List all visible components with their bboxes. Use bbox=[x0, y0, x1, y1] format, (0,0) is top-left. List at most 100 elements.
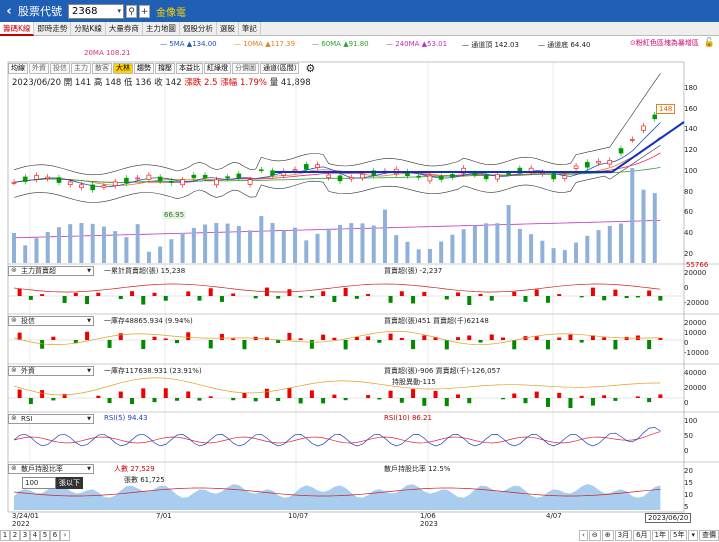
holding-threshold-value[interactable]: 100 bbox=[22, 477, 56, 489]
chevron-down-icon[interactable]: ▼ bbox=[87, 367, 91, 375]
flow-bar bbox=[602, 296, 607, 301]
volume-bar bbox=[191, 227, 196, 263]
panel-axis-label: -20000 bbox=[684, 299, 709, 307]
volume-bar bbox=[101, 226, 106, 263]
flow-bar bbox=[85, 296, 90, 305]
flow-bar bbox=[545, 296, 550, 303]
candle-body bbox=[585, 161, 590, 168]
range-3m-button[interactable]: 3月 bbox=[614, 530, 633, 541]
candle-body bbox=[124, 177, 129, 184]
candle-body bbox=[506, 173, 511, 175]
flow-bar bbox=[40, 390, 45, 398]
panel-header: ⊗ 外資 ▼ bbox=[8, 366, 94, 376]
volume-bar bbox=[562, 250, 567, 263]
close-icon[interactable]: ⊗ bbox=[11, 317, 17, 324]
flow-bar bbox=[501, 398, 505, 400]
chevron-down-icon[interactable]: ▼ bbox=[87, 415, 91, 423]
flow-bar bbox=[85, 331, 90, 340]
flow-bar bbox=[411, 340, 416, 350]
flow-bar bbox=[635, 396, 640, 398]
flow-bar bbox=[467, 335, 472, 340]
candle-body bbox=[326, 174, 332, 178]
volume-bar bbox=[23, 245, 28, 263]
flow-bar bbox=[422, 335, 427, 340]
query-price-button[interactable]: 查價 bbox=[699, 530, 719, 541]
prev-icon[interactable]: ‹ bbox=[579, 530, 588, 541]
candle-body bbox=[191, 174, 197, 179]
range-1y-button[interactable]: 1年 bbox=[651, 530, 670, 541]
candle-body bbox=[146, 174, 152, 180]
flow-bar bbox=[399, 291, 404, 296]
indicator-select[interactable]: ⊗ 散戶持股比率 ▼ bbox=[8, 464, 94, 474]
flow-bar bbox=[579, 296, 584, 298]
flow-bar bbox=[40, 294, 45, 296]
chevron-down-icon[interactable]: ▼ bbox=[87, 465, 91, 473]
price-axis-label: 140 bbox=[684, 125, 698, 134]
flow-bar bbox=[17, 389, 22, 398]
range-6m-button[interactable]: 6月 bbox=[633, 530, 651, 541]
page-button[interactable]: 5 bbox=[40, 530, 50, 541]
flow-bar bbox=[141, 388, 146, 398]
volume-bar bbox=[551, 248, 556, 263]
flow-bar bbox=[557, 337, 562, 340]
volume-bar bbox=[450, 234, 455, 263]
flow-bar bbox=[287, 332, 292, 340]
candle-body bbox=[202, 174, 208, 179]
next-page-icon[interactable]: › bbox=[60, 530, 70, 541]
chevron-down-icon[interactable]: ▼ bbox=[87, 267, 91, 275]
zoom-out-icon[interactable]: ⊖ bbox=[588, 530, 601, 541]
panel-header: ⊗ 主力買賣超 ▼ bbox=[8, 266, 94, 276]
date-label: 1/06 bbox=[420, 512, 436, 520]
close-icon[interactable]: ⊗ bbox=[11, 415, 17, 422]
chevron-down-icon[interactable]: ▼ bbox=[87, 317, 91, 325]
flow-bar bbox=[366, 336, 371, 340]
candle-body bbox=[450, 174, 455, 178]
close-icon[interactable]: ⊗ bbox=[11, 367, 17, 374]
page-button[interactable]: 6 bbox=[50, 530, 60, 541]
indicator-select[interactable]: ⊗ 投信 ▼ bbox=[8, 316, 94, 326]
flow-bar bbox=[523, 296, 528, 302]
flow-bar bbox=[658, 296, 663, 301]
flow-bar bbox=[186, 332, 191, 340]
flow-bar bbox=[208, 396, 213, 398]
close-icon[interactable]: ⊗ bbox=[11, 267, 17, 274]
panel-axis-label: 20000 bbox=[684, 269, 707, 277]
indicator-select[interactable]: ⊗ 主力買賣超 ▼ bbox=[8, 266, 94, 276]
candle-body bbox=[270, 170, 275, 176]
panel-axis-label: 20000 bbox=[684, 384, 707, 392]
volume-bar bbox=[394, 235, 399, 263]
rsi10-line bbox=[13, 431, 661, 444]
indicator-select[interactable]: ⊗ 外資 ▼ bbox=[8, 366, 94, 376]
candle-body bbox=[641, 125, 646, 131]
flow-bar bbox=[444, 296, 449, 300]
candle-body bbox=[56, 177, 62, 183]
flow-bar bbox=[141, 296, 146, 305]
holding-threshold-unit: 張以下 bbox=[56, 477, 83, 489]
price-axis-label: 180 bbox=[684, 84, 698, 92]
candle-body bbox=[495, 174, 500, 180]
holding-threshold-selector[interactable]: 100 張以下 bbox=[22, 477, 83, 489]
flow-bar bbox=[545, 340, 550, 350]
flow-bar bbox=[602, 395, 607, 398]
flow-bar bbox=[366, 395, 371, 398]
flow-bar bbox=[354, 296, 359, 299]
flow-bar bbox=[444, 398, 449, 407]
zoom-in-icon[interactable]: ⊕ bbox=[601, 530, 614, 541]
chevron-down-icon[interactable]: ▾ bbox=[688, 530, 698, 541]
page-button[interactable]: 1 bbox=[0, 530, 10, 541]
indicator-select[interactable]: ⊗ RSI ▼ bbox=[8, 414, 94, 424]
page-button[interactable]: 4 bbox=[30, 530, 40, 541]
volume-bar bbox=[79, 223, 84, 263]
flow-bar bbox=[624, 336, 629, 340]
volume-bar bbox=[382, 209, 387, 263]
flow-bar bbox=[444, 340, 449, 350]
close-icon[interactable]: ⊗ bbox=[11, 465, 17, 472]
volume-bar bbox=[574, 242, 579, 263]
flow-bar bbox=[40, 340, 45, 349]
cumulative-line bbox=[13, 283, 661, 293]
page-button[interactable]: 3 bbox=[20, 530, 30, 541]
page-button[interactable]: 2 bbox=[10, 530, 20, 541]
range-5y-button[interactable]: 5年 bbox=[670, 530, 688, 541]
flow-bar bbox=[354, 336, 359, 340]
flow-bar bbox=[658, 394, 663, 398]
